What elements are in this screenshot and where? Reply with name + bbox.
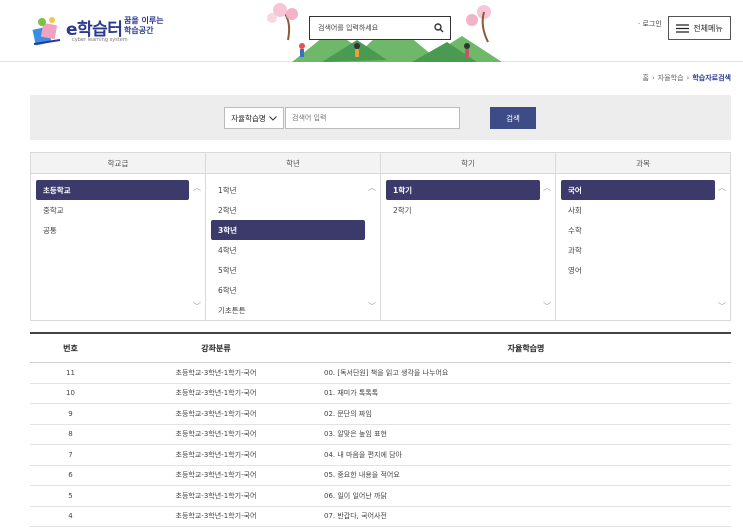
breadcrumb-separator-icon: › bbox=[686, 74, 690, 82]
hamburger-icon bbox=[676, 23, 690, 33]
table-row[interactable]: 8 초등학교-3학년-1학기-국어 03. 알맞은 높임 표현 bbox=[30, 425, 731, 445]
breadcrumb-item[interactable]: 자율학습 bbox=[658, 73, 684, 83]
filter-item-grade-2[interactable]: 2학년 bbox=[211, 200, 365, 220]
search-icon[interactable] bbox=[428, 17, 450, 39]
filter-item-grade-3[interactable]: 3학년 bbox=[211, 220, 365, 240]
filter-item-math[interactable]: 수학 bbox=[561, 220, 715, 240]
row-number: 10 bbox=[66, 389, 75, 398]
breadcrumb-current: 학습자료검색 bbox=[692, 74, 731, 82]
breadcrumb: 홈 › 자율학습 › 학습자료검색 bbox=[643, 73, 731, 83]
filter-item-grade-6[interactable]: 6학년 bbox=[211, 280, 365, 300]
login-link[interactable]: · 로그인 bbox=[638, 19, 662, 29]
scroll-up-icon[interactable]: ︿ bbox=[718, 182, 726, 193]
page: e학습터 cyber learning system 꿈을 이루는 학습공간 검… bbox=[0, 0, 743, 529]
row-title-link[interactable]: 06. 일이 일어난 까닭 bbox=[321, 491, 731, 501]
header-search-box[interactable]: 검색어를 입력하세요 bbox=[309, 16, 451, 40]
search-button[interactable]: 검색 bbox=[490, 107, 536, 129]
scroll-up-icon[interactable]: ︿ bbox=[368, 182, 376, 193]
table-row[interactable]: 11 초등학교-3학년-1학기-국어 00. [독서단원] 책을 읽고 생각을 … bbox=[30, 363, 731, 384]
filter-header: 학교급 bbox=[31, 153, 205, 174]
table-row[interactable]: 10 초등학교-3학년-1학기-국어 01. 재미가 톡톡톡 bbox=[30, 384, 731, 404]
logo-subtitle: cyber learning system bbox=[72, 37, 128, 43]
scroll-down-icon[interactable]: ﹀ bbox=[543, 301, 551, 312]
results-table: 번호 강좌분류 자율학습명 11 초등학교-3학년-1학기-국어 00. [독서… bbox=[30, 332, 731, 527]
scroll-up-icon[interactable]: ︿ bbox=[193, 182, 201, 193]
filter-item-grade-5[interactable]: 5학년 bbox=[211, 260, 365, 280]
filter-column-grade: 학년 1학년 2학년 3학년 4학년 5학년 6학년 기초튼튼 ︿ ﹀ bbox=[206, 153, 381, 320]
row-category: 초등학교-3학년-1학기-국어 bbox=[175, 409, 257, 418]
filter-column-semester: 학기 1학기 2학기 ︿ ﹀ bbox=[381, 153, 556, 320]
filter-item-grade-1[interactable]: 1학년 bbox=[211, 180, 365, 200]
row-title-link[interactable]: 07. 반갑다, 국어사전 bbox=[321, 511, 731, 521]
row-title-link[interactable]: 04. 내 마음을 편지에 담아 bbox=[321, 450, 731, 460]
filter-item-grade-4[interactable]: 4학년 bbox=[211, 240, 365, 260]
breadcrumb-separator-icon: › bbox=[651, 74, 655, 82]
row-number: 4 bbox=[68, 512, 73, 521]
breadcrumb-home[interactable]: 홈 bbox=[643, 73, 649, 83]
row-category: 초등학교-3학년-1학기-국어 bbox=[175, 389, 257, 398]
row-title-link[interactable]: 00. [독서단원] 책을 읽고 생각을 나누어요 bbox=[321, 368, 731, 378]
keyword-input[interactable] bbox=[285, 107, 460, 129]
filter-header: 학년 bbox=[206, 153, 380, 174]
search-type-value: 자율학습명 bbox=[231, 113, 266, 123]
row-category: 초등학교-3학년-1학기-국어 bbox=[175, 471, 257, 480]
filter-item-semester-2[interactable]: 2학기 bbox=[386, 200, 540, 220]
filter-column-subject: 과목 국어 사회 수학 과학 영어 ︿ ﹀ bbox=[556, 153, 730, 320]
all-menu-label: 전체메뉴 bbox=[693, 23, 723, 33]
scroll-down-icon[interactable]: ﹀ bbox=[368, 301, 376, 312]
column-header-category: 강좌분류 bbox=[201, 343, 231, 353]
row-category: 초등학교-3학년-1학기-국어 bbox=[175, 491, 257, 500]
scroll-up-icon[interactable]: ︿ bbox=[543, 182, 551, 193]
row-title-link[interactable]: 03. 알맞은 높임 표현 bbox=[321, 429, 731, 439]
filter-item-basic[interactable]: 기초튼튼 bbox=[211, 300, 365, 320]
filter-item-middle[interactable]: 중학교 bbox=[36, 200, 189, 220]
row-number: 6 bbox=[68, 471, 73, 480]
filter-item-elementary[interactable]: 초등학교 bbox=[36, 180, 189, 200]
column-header-number: 번호 bbox=[63, 343, 78, 353]
all-menu-button[interactable]: 전체메뉴 bbox=[668, 16, 731, 40]
table-row[interactable]: 6 초등학교-3학년-1학기-국어 05. 중요한 내용을 적어요 bbox=[30, 466, 731, 486]
filter-item-common[interactable]: 공통 bbox=[36, 220, 189, 240]
row-category: 초등학교-3학년-1학기-국어 bbox=[175, 430, 257, 439]
table-row[interactable]: 5 초등학교-3학년-1학기-국어 06. 일이 일어난 까닭 bbox=[30, 486, 731, 507]
filter-item-social[interactable]: 사회 bbox=[561, 200, 715, 220]
filter-item-english[interactable]: 영어 bbox=[561, 260, 715, 280]
row-category: 초등학교-3학년-1학기-국어 bbox=[175, 368, 257, 377]
filter-item-science[interactable]: 과학 bbox=[561, 240, 715, 260]
row-number: 7 bbox=[68, 450, 73, 459]
row-title-link[interactable]: 02. 문단의 짜임 bbox=[321, 409, 731, 419]
row-number: 8 bbox=[68, 430, 73, 439]
filter-header: 과목 bbox=[556, 153, 730, 174]
table-header: 번호 강좌분류 자율학습명 bbox=[30, 332, 731, 363]
table-row[interactable]: 4 초등학교-3학년-1학기-국어 07. 반갑다, 국어사전 bbox=[30, 507, 731, 527]
row-title-link[interactable]: 05. 중요한 내용을 적어요 bbox=[321, 470, 731, 480]
filter-grid: 학교급 초등학교 중학교 공통 ︿ ﹀ 학년 1학년 2학년 3학년 4학년 5… bbox=[30, 152, 731, 321]
site-logo[interactable]: e학습터 cyber learning system 꿈을 이루는 학습공간 bbox=[30, 10, 170, 50]
filter-header: 학기 bbox=[381, 153, 555, 174]
row-category: 초등학교-3학년-1학기-국어 bbox=[175, 450, 257, 459]
search-type-select[interactable]: 자율학습명 bbox=[224, 107, 284, 129]
header-search-input[interactable]: 검색어를 입력하세요 bbox=[310, 23, 428, 33]
filter-column-school-level: 학교급 초등학교 중학교 공통 ︿ ﹀ bbox=[31, 153, 206, 320]
filter-item-semester-1[interactable]: 1학기 bbox=[386, 180, 540, 200]
column-header-title: 자율학습명 bbox=[507, 343, 545, 353]
row-title-link[interactable]: 01. 재미가 톡톡톡 bbox=[321, 388, 731, 398]
table-row[interactable]: 7 초등학교-3학년-1학기-국어 04. 내 마음을 편지에 담아 bbox=[30, 445, 731, 466]
site-header: e학습터 cyber learning system 꿈을 이루는 학습공간 검… bbox=[0, 0, 743, 62]
row-number: 11 bbox=[66, 368, 75, 377]
chevron-down-icon bbox=[268, 115, 277, 121]
filter-item-korean[interactable]: 국어 bbox=[561, 180, 715, 200]
logo-slogan: 꿈을 이루는 학습공간 bbox=[124, 16, 164, 35]
logo-mark-icon bbox=[32, 17, 61, 46]
row-number: 5 bbox=[68, 491, 73, 500]
row-category: 초등학교-3학년-1학기-국어 bbox=[175, 512, 257, 521]
scroll-down-icon[interactable]: ﹀ bbox=[193, 301, 201, 312]
scroll-down-icon[interactable]: ﹀ bbox=[718, 301, 726, 312]
row-number: 9 bbox=[68, 409, 73, 418]
table-row[interactable]: 9 초등학교-3학년-1학기-국어 02. 문단의 짜임 bbox=[30, 404, 731, 425]
